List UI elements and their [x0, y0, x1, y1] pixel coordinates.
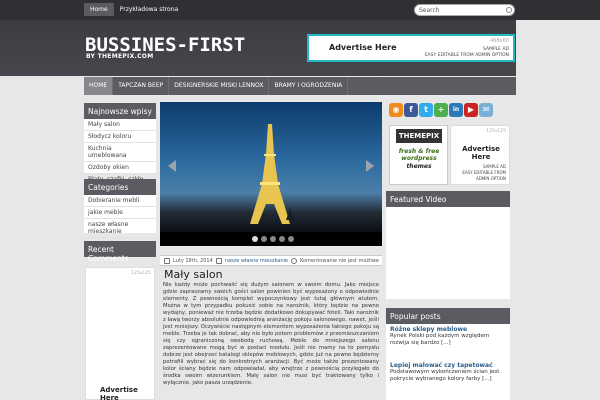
nav-designerskie-miski[interactable]: DESIGNERSKIE MISKI LENNOX: [169, 77, 270, 95]
ad-editable-label: EASY EDITABLE FROM ADMIN OPTION: [424, 53, 509, 58]
youtube-icon[interactable]: ▶: [464, 103, 478, 117]
ad-sample-label: SAMPLE AD: [483, 47, 509, 52]
popular-post-title[interactable]: Różne sklepy meblowe: [390, 326, 508, 333]
popular-post-excerpt: Podstawowym wykończeniem ścian jest pokr…: [390, 369, 500, 382]
themepix-ad[interactable]: THEMEPIX fresh & free wordpress themes: [389, 125, 448, 185]
social-icons: ◉ f t + in ▶ ✉: [389, 103, 493, 117]
right-ad-box[interactable]: 125x125 Advertise Here SAMPLE AD EASY ED…: [450, 125, 510, 185]
site-header: BUSSINES-FIRST BY THEMEPIX.COM 468x60 Ad…: [0, 20, 600, 76]
ad-size-label: 125x125: [131, 271, 151, 276]
slider-dot[interactable]: [270, 236, 276, 242]
post-body: Nie każdy może pochwalić się dużym salon…: [163, 282, 379, 386]
recent-post-link[interactable]: Ozdoby okien: [84, 162, 156, 174]
slider-dots: [252, 236, 294, 242]
category-link[interactable]: Dobieranie mebli: [84, 195, 156, 207]
slider-dot[interactable]: [252, 236, 258, 242]
folder-icon: [215, 257, 222, 264]
calendar-icon: [164, 257, 170, 264]
post-meta: Luty 18th, 2014 nasze własne mieszkanie …: [160, 255, 382, 266]
nav-home[interactable]: HOME: [84, 77, 114, 95]
nav-tapczan-beep[interactable]: TAPCZAN BEEP: [113, 77, 170, 95]
email-icon[interactable]: ✉: [479, 103, 493, 117]
post-comments-status: Komentowanie nie jest możliwe: [300, 257, 379, 264]
slider-dot[interactable]: [288, 236, 294, 242]
eiffel-tower-icon: [230, 124, 310, 232]
ad-size-label: 125x125: [486, 129, 506, 134]
ad-size-label: 468x60: [490, 38, 509, 44]
category-link[interactable]: jakie meble: [84, 207, 156, 219]
main-navigation: HOME TAPCZAN BEEP DESIGNERSKIE MISKI LEN…: [84, 77, 516, 95]
plus-icon[interactable]: +: [434, 103, 448, 117]
popular-posts-title: Popular posts: [386, 308, 510, 324]
ad-title: Advertise Here: [100, 386, 138, 400]
facebook-icon[interactable]: f: [404, 103, 418, 117]
topnav-home[interactable]: Home: [84, 3, 114, 16]
top-navigation: Home Przykładowa strona: [84, 3, 184, 16]
post-category-link[interactable]: nasze własne mieszkanie: [225, 258, 288, 264]
image-slider: [160, 102, 382, 246]
recent-comments-title: Recent Comments: [84, 241, 156, 263]
top-bar: Home Przykładowa strona: [0, 0, 600, 20]
themepix-tagline: fresh & free wordpress: [398, 148, 440, 162]
post-date: Luty 18th, 2014: [173, 257, 213, 264]
header-ad-banner[interactable]: 468x60 Advertise Here SAMPLE AD EASY EDI…: [307, 34, 515, 62]
recent-posts-title: Najnowsze wpisy: [84, 103, 156, 119]
slider-dot[interactable]: [279, 236, 285, 242]
ad-sample-label: SAMPLE AD: [482, 164, 506, 169]
categories-list: Dobieranie mebli jakie meble nasze własn…: [84, 195, 156, 238]
popular-post-title[interactable]: Lepiej malować czy tapetować: [390, 362, 508, 369]
twitter-icon[interactable]: t: [419, 103, 433, 117]
right-margin: [516, 20, 600, 400]
post-title[interactable]: Mały salon: [164, 268, 223, 281]
slider-next-arrow[interactable]: [366, 160, 374, 172]
categories-title: Categories: [84, 179, 156, 195]
rss-icon[interactable]: ◉: [389, 103, 403, 117]
themepix-logo: THEMEPIX: [396, 129, 442, 143]
popular-post: Lepiej malować czy tapetować Podstawowym…: [390, 362, 508, 383]
ad-editable-label-2: ADMIN OPTION: [475, 176, 506, 181]
search-icon[interactable]: [506, 7, 512, 13]
linkedin-icon[interactable]: in: [449, 103, 463, 117]
popular-post-excerpt: Rynek Polski pod każdym względem rozwija…: [390, 333, 490, 346]
nav-bramy-ogrodzenia[interactable]: BRAMY I OGRODZENIA: [269, 77, 349, 95]
slide-image-eiffel-tower[interactable]: [160, 102, 382, 232]
popular-post: Różne sklepy meblowe Rynek Polski pod ka…: [390, 326, 508, 347]
slider-dot[interactable]: [261, 236, 267, 242]
comment-icon: [291, 257, 297, 264]
left-ad-box[interactable]: 125x125 Advertise Here: [85, 267, 155, 400]
featured-video-area[interactable]: [386, 207, 510, 299]
featured-video-title: Featured Video: [386, 191, 510, 207]
recent-post-link[interactable]: Kuchnia umeblowana: [84, 143, 156, 162]
category-link[interactable]: nasze własne mieszkanie: [84, 219, 156, 238]
recent-post-link[interactable]: Mały salon: [84, 119, 156, 131]
ad-title: Advertise Here: [462, 145, 500, 161]
slider-prev-arrow[interactable]: [168, 160, 176, 172]
search-input[interactable]: [414, 4, 515, 16]
ad-editable-label: EASY EDITABLE FROM: [462, 170, 506, 175]
recent-post-link[interactable]: Słodycz koloru: [84, 131, 156, 143]
recent-posts-list: Mały salon Słodycz koloru Kuchnia umeblo…: [84, 119, 156, 186]
themepix-tagline-2: themes: [406, 163, 432, 170]
site-subtitle: BY THEMEPIX.COM: [86, 53, 154, 60]
ad-title: Advertise Here: [329, 43, 397, 52]
topnav-sample-page[interactable]: Przykładowa strona: [114, 3, 184, 16]
